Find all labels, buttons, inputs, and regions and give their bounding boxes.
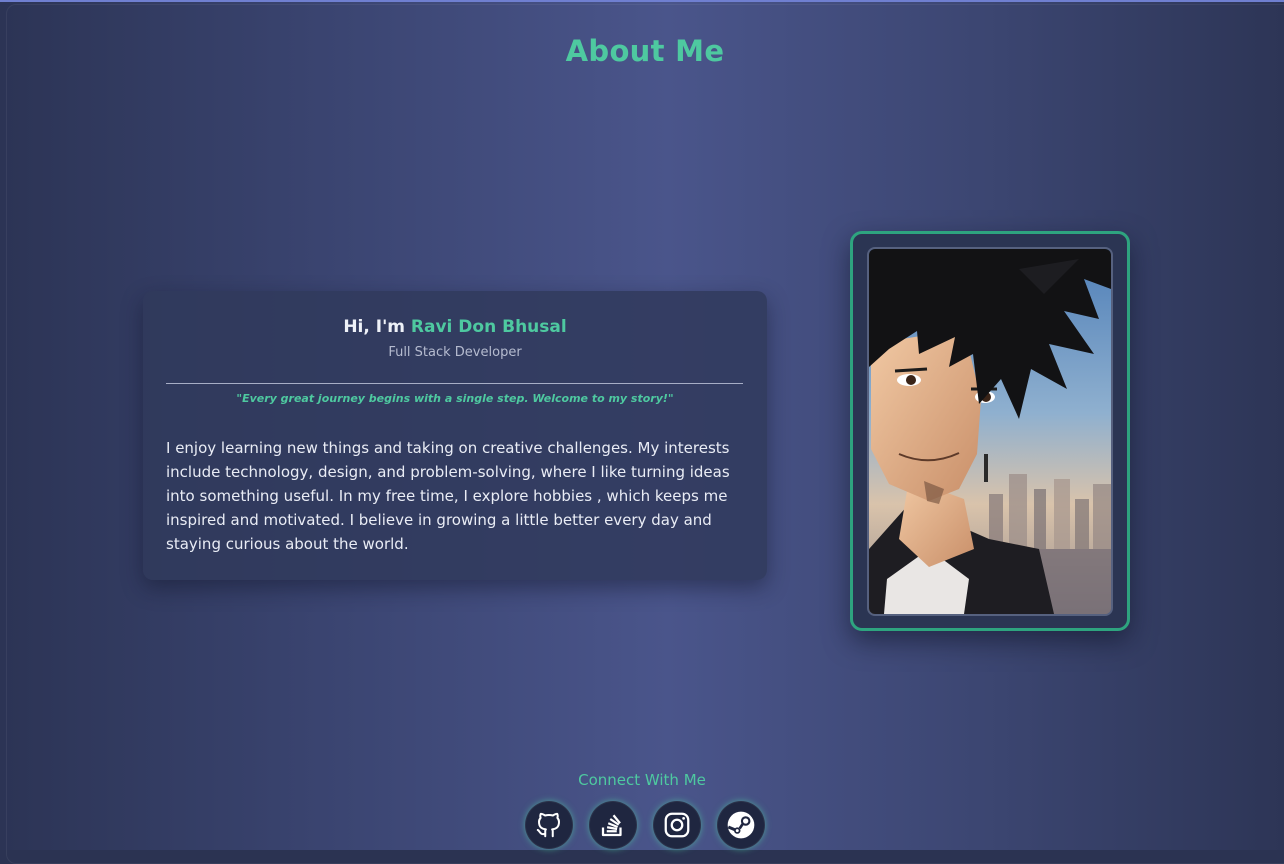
portrait-image xyxy=(867,247,1113,616)
page-background: About Me Hi, I'm Ravi Don Bhusal Full St… xyxy=(0,0,1284,864)
social-links xyxy=(525,801,767,851)
instagram-icon xyxy=(664,812,690,838)
job-title: Full Stack Developer xyxy=(388,345,522,360)
greeting-heading: Hi, I'm Ravi Don Bhusal xyxy=(143,317,767,337)
intro-card: Hi, I'm Ravi Don Bhusal Full Stack Devel… xyxy=(143,291,767,580)
divider xyxy=(166,383,743,384)
stackoverflow-button[interactable] xyxy=(589,801,637,849)
portrait-illustration xyxy=(869,249,1111,614)
instagram-button[interactable] xyxy=(653,801,701,849)
github-icon xyxy=(536,812,560,838)
welcome-quote: "Every great journey begins with a singl… xyxy=(236,392,674,405)
author-name: Ravi Don Bhusal xyxy=(410,317,567,337)
stackoverflow-icon xyxy=(601,814,622,837)
connect-heading: Connect With Me xyxy=(578,771,706,789)
steam-icon xyxy=(727,811,755,839)
page-title: About Me xyxy=(565,34,725,68)
bio-paragraph: I enjoy learning new things and taking o… xyxy=(166,439,730,553)
steam-button[interactable] xyxy=(717,801,765,849)
greeting-prefix: Hi, I'm xyxy=(343,317,411,337)
portrait-frame xyxy=(850,231,1130,631)
github-button[interactable] xyxy=(525,801,573,849)
